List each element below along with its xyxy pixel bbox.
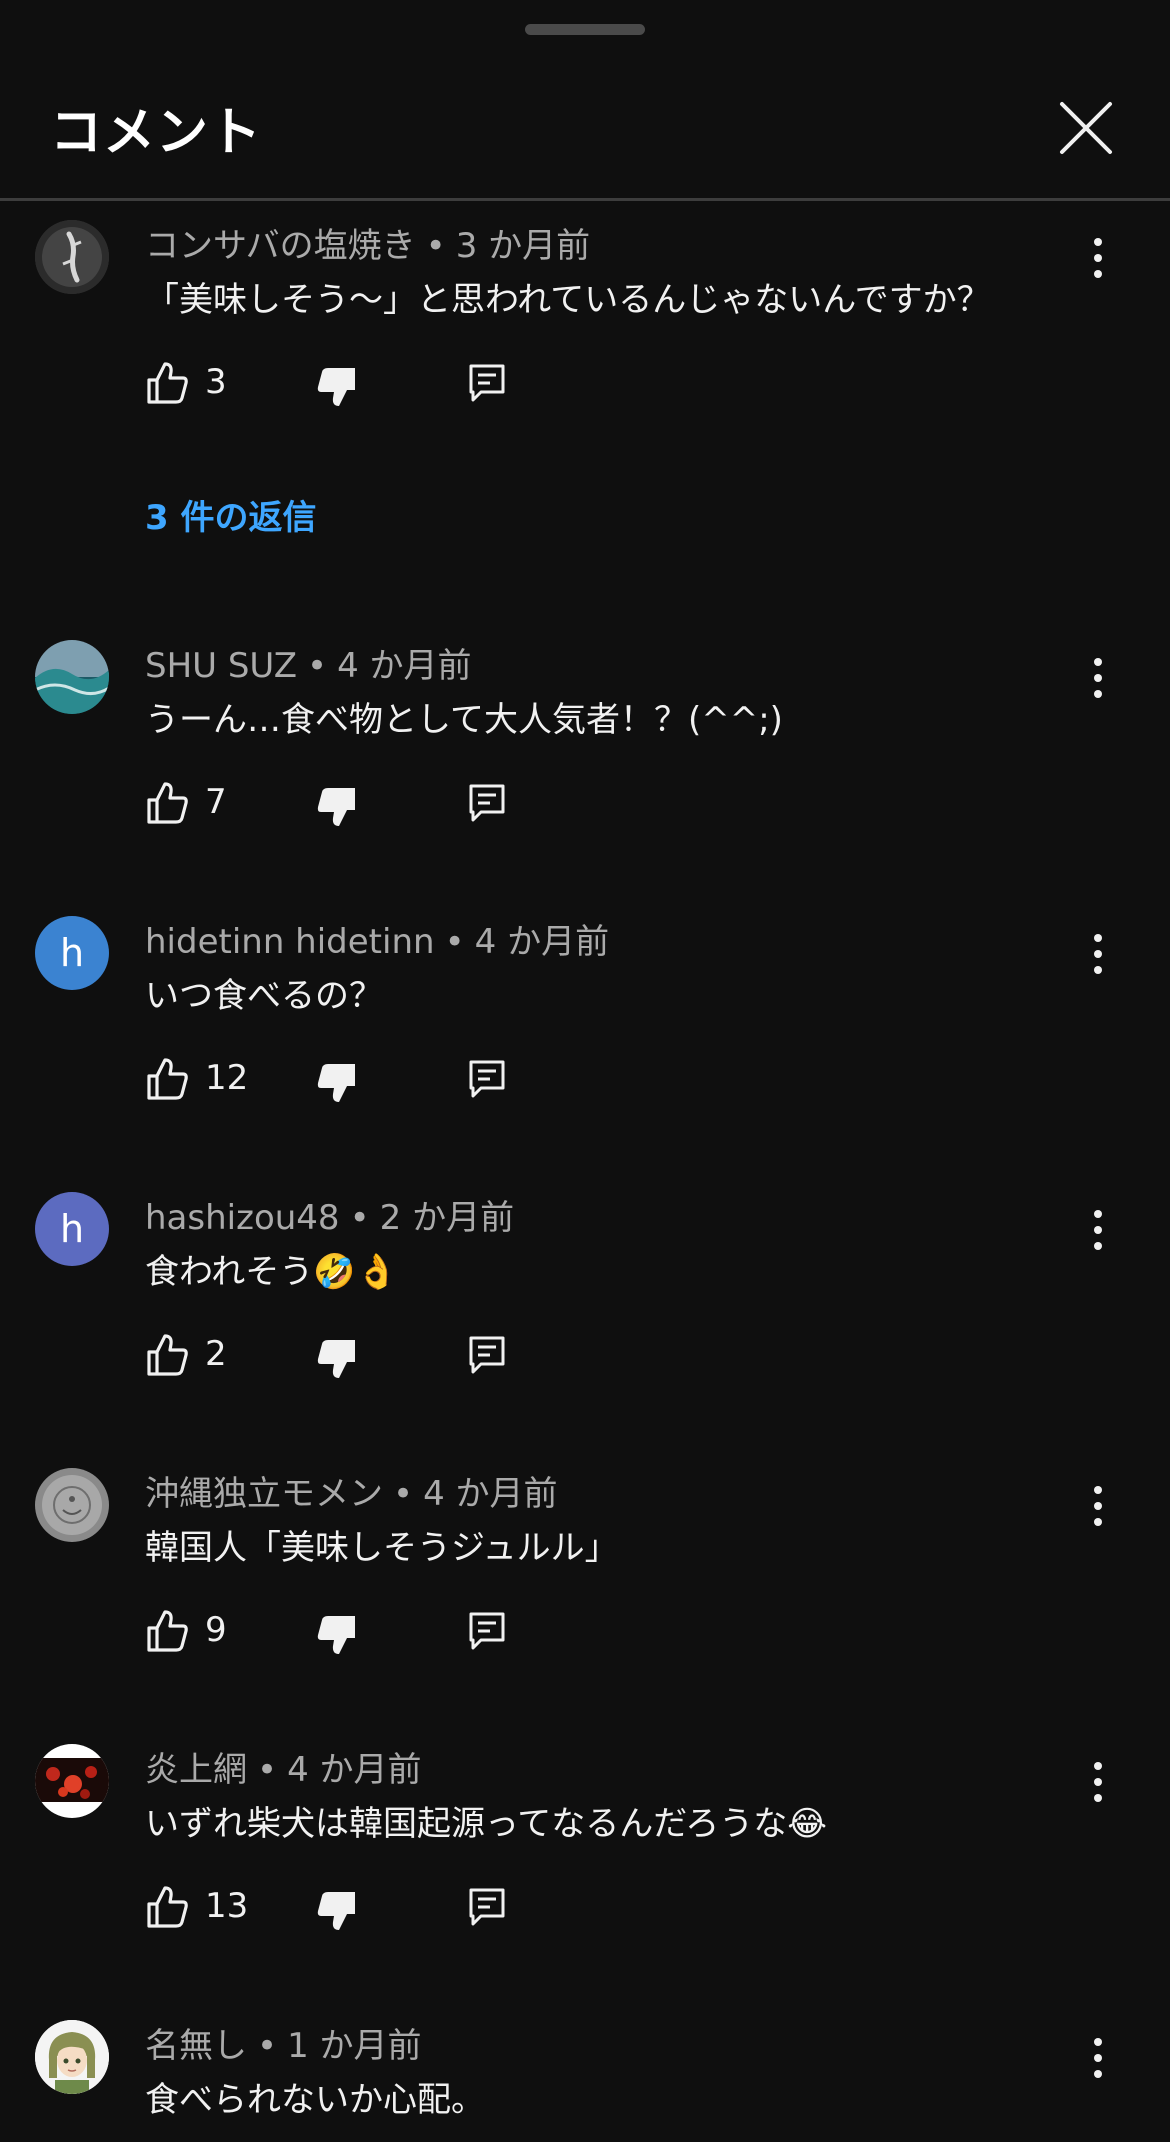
meta-separator: • [257,1750,278,1790]
like-count: 3 [205,362,227,402]
comment-time: 4 か月前 [423,1474,558,1514]
reply-comment-icon[interactable] [467,782,507,824]
comment-author[interactable]: コンサバの塩焼き [145,226,416,266]
comment-meta: コンサバの塩焼き • 3 か月前 [145,218,590,267]
more-vertical-icon[interactable] [1080,1204,1116,1256]
meta-separator: • [307,646,328,686]
thumbs-down-icon[interactable] [315,1888,359,1934]
comment-text: うーん…食べ物として大人気者！？(^^;) [145,700,783,740]
meta-separator: • [393,1474,414,1514]
drag-handle[interactable] [525,24,645,35]
comment-text: 韓国人「美味しそうジュルル」 [145,1528,619,1568]
comment-meta: 炎上網 • 4 か月前 [145,1742,422,1791]
comment-author[interactable]: 沖縄独立モメン [145,1474,383,1514]
comment-meta: 名無し • 1 か月前 [145,2018,422,2067]
thumbs-down-icon[interactable] [315,1336,359,1382]
more-vertical-icon[interactable] [1080,1480,1116,1532]
comment-text: いずれ柴犬は韓国起源ってなるんだろうな😂 [145,1804,827,1844]
avatar[interactable]: h [35,1192,109,1266]
view-replies-link[interactable]: 3 件の返信 [145,490,317,539]
avatar[interactable]: h [35,916,109,990]
avatar-letter: h [59,1207,85,1251]
more-vertical-icon[interactable] [1080,652,1116,704]
ocean-wave-avatar [35,640,109,714]
page-title: コメント [50,103,263,163]
comment-meta: 沖縄独立モメン • 4 か月前 [145,1466,558,1515]
thumbs-down-icon[interactable] [315,784,359,830]
comment-time: 3 か月前 [455,226,591,266]
comment-time: 4 か月前 [474,922,610,962]
meta-separator: • [444,922,465,962]
thumbs-up-icon[interactable] [145,1884,189,1930]
avatar[interactable] [35,1744,109,1818]
comment-text: 「美味しそう〜」と思われているんじゃないんですか？ [145,280,991,320]
avatar[interactable] [35,1468,109,1542]
meta-separator: • [425,226,446,266]
lizard-photo-avatar [35,220,109,294]
thumbs-up-icon[interactable] [145,360,189,406]
more-vertical-icon[interactable] [1080,928,1116,980]
comment-text: 食われそう🤣👌 [145,1252,398,1292]
comment-actions: 12 [145,1056,545,1108]
comment-time: 4 か月前 [287,1750,422,1790]
reply-comment-icon[interactable] [467,1886,507,1928]
header-divider [0,198,1170,201]
reply-comment-icon[interactable] [467,1334,507,1376]
comment-text: 食べられないか心配。 [145,2080,485,2120]
comment-text: いつ食べるの？ [145,976,383,1016]
comments-sheet: コメント コンサバの塩焼き • 3 か月前 「美味しそう〜」と思われているんじゃ… [0,0,1170,2142]
comment-meta: SHU SUZ • 4 か月前 [145,638,472,687]
anime-girl-avatar [35,2020,109,2094]
comment-meta: hidetinn hidetinn • 4 か月前 [145,914,609,963]
like-count: 9 [205,1610,227,1650]
comment-author[interactable]: 名無し [145,2026,247,2066]
avatar[interactable] [35,2020,109,2094]
comment-time: 1 か月前 [287,2026,422,2066]
reply-comment-icon[interactable] [467,1610,507,1652]
thumbs-down-icon[interactable] [315,364,359,410]
grey-stone-avatar [35,1468,109,1542]
comment-meta: hashizou48 • 2 か月前 [145,1190,514,1239]
comment-author[interactable]: hashizou48 [145,1198,340,1238]
comment-actions: 7 [145,780,545,832]
more-vertical-icon[interactable] [1080,2032,1116,2084]
thumbs-down-icon[interactable] [315,1060,359,1106]
more-vertical-icon[interactable] [1080,232,1116,284]
comment-author[interactable]: 炎上網 [145,1750,247,1790]
thumbs-down-icon[interactable] [315,1612,359,1658]
meta-separator: • [257,2026,278,2066]
comment-time: 2 か月前 [379,1198,515,1238]
comment-actions: 3 [145,360,545,412]
thumbs-up-icon[interactable] [145,1056,189,1102]
avatar[interactable] [35,220,109,294]
like-count: 13 [205,1886,249,1926]
comment-actions: 2 [145,1332,545,1384]
comment-actions: 13 [145,1884,545,1936]
thumbs-up-icon[interactable] [145,1332,189,1378]
reply-comment-icon[interactable] [467,362,507,404]
comment-actions: 9 [145,1608,545,1660]
reply-comment-icon[interactable] [467,1058,507,1100]
comment-author[interactable]: SHU SUZ [145,646,297,686]
thumbs-up-icon[interactable] [145,780,189,826]
meta-separator: • [349,1198,370,1238]
like-count: 2 [205,1334,227,1374]
comment-author[interactable]: hidetinn hidetinn [145,922,435,962]
like-count: 7 [205,782,227,822]
close-icon[interactable] [1050,92,1122,164]
comment-time: 4 か月前 [337,646,472,686]
avatar[interactable] [35,640,109,714]
fire-avatar [35,1744,109,1818]
like-count: 12 [205,1058,249,1098]
comments-header: コメント [0,56,1170,198]
thumbs-up-icon[interactable] [145,1608,189,1654]
more-vertical-icon[interactable] [1080,1756,1116,1808]
avatar-letter: h [59,931,85,975]
